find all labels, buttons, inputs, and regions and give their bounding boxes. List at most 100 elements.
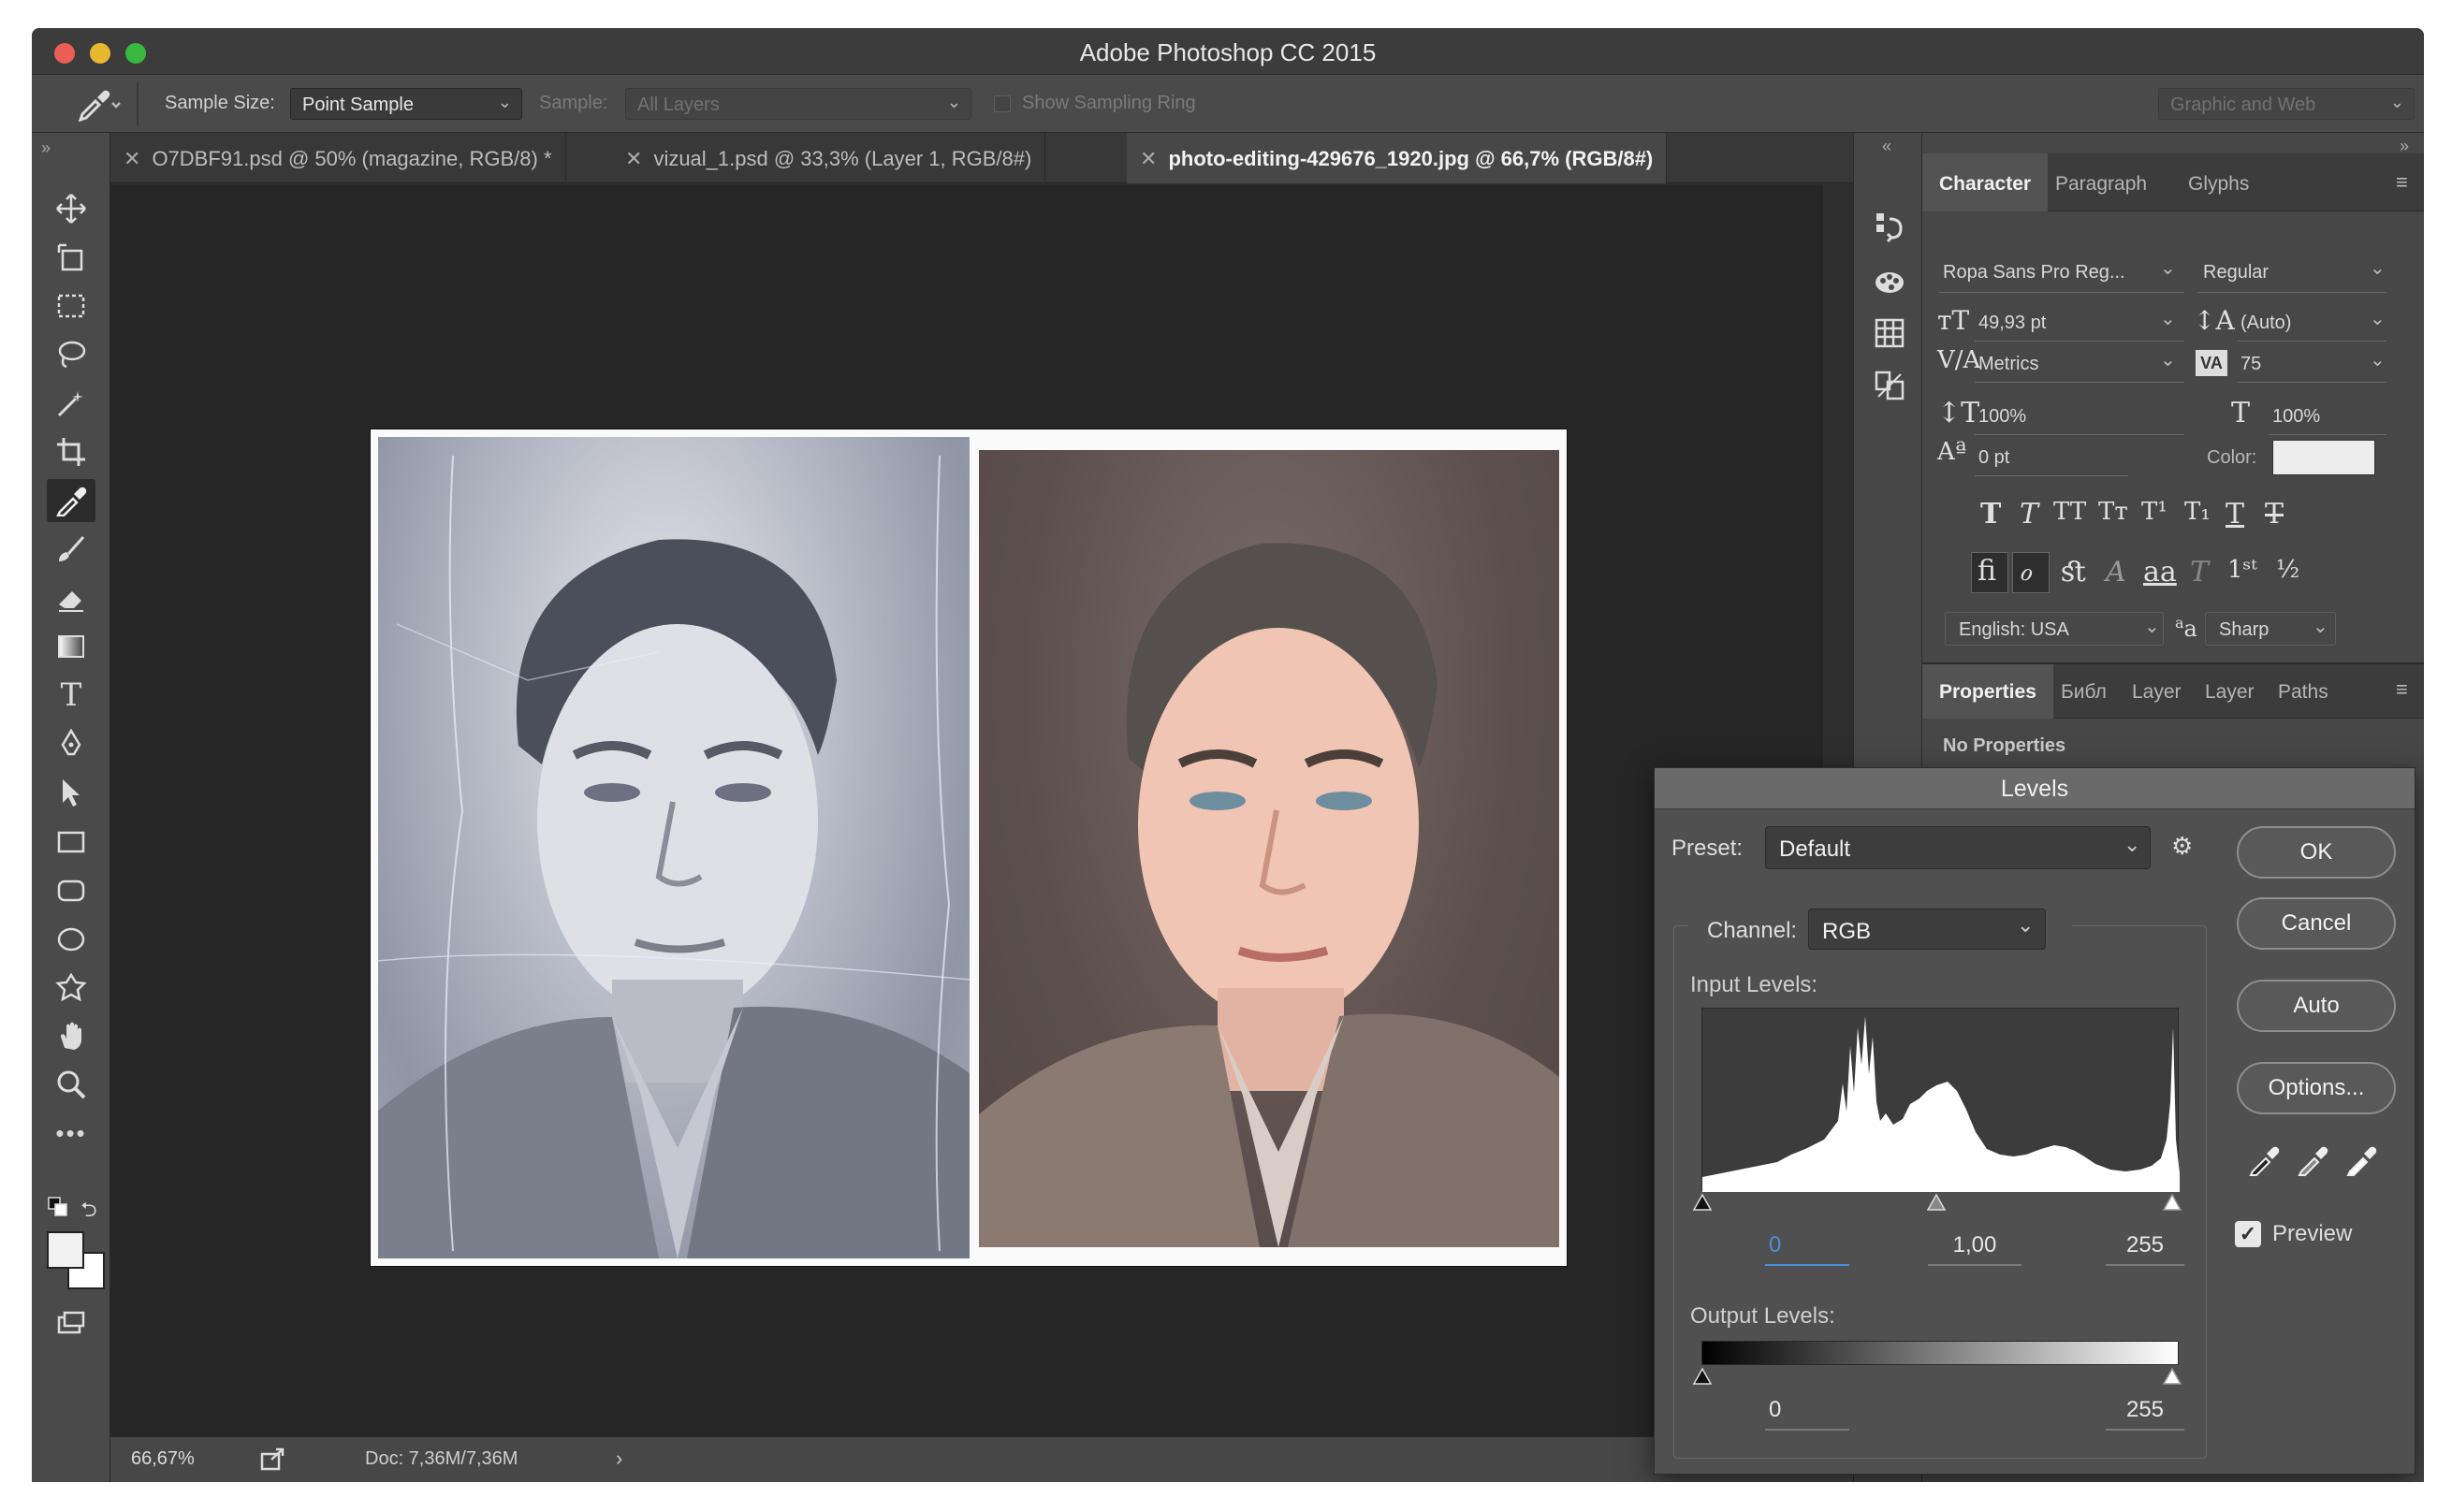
- alternate-ligatures-button[interactable]: ℴ: [2012, 552, 2050, 593]
- color-palette-icon[interactable]: [1871, 264, 1908, 301]
- chevron-down-icon[interactable]: ⌄: [2370, 307, 2386, 330]
- preset-options-gear-icon[interactable]: ⚙: [2171, 832, 2193, 861]
- stylistic-alternates-icon[interactable]: aa: [2143, 556, 2177, 589]
- kerning-field[interactable]: Metrics: [1978, 354, 2038, 375]
- lasso-icon[interactable]: [47, 333, 95, 376]
- language-select[interactable]: English: USA ⌄: [1945, 612, 2164, 646]
- workspace-select[interactable]: Graphic and Web ⌄: [2158, 88, 2415, 120]
- options-button[interactable]: Options...: [2237, 1062, 2396, 1114]
- antialias-select[interactable]: Sharp ⌄: [2205, 612, 2336, 646]
- faux-italic-icon[interactable]: T: [2020, 498, 2038, 531]
- collapse-panel-icon[interactable]: »: [41, 138, 51, 158]
- swap-colors-icon[interactable]: ⮌: [80, 1194, 97, 1229]
- ellipse-icon[interactable]: [47, 917, 95, 960]
- custom-shape-icon[interactable]: [47, 966, 95, 1009]
- document-tab[interactable]: ✕ vizual_1.psd @ 33,3% (Layer 1, RGB/8#): [612, 133, 1046, 183]
- magic-wand-icon[interactable]: [47, 382, 95, 425]
- old-style-icon[interactable]: ﬆ: [2061, 556, 2087, 589]
- font-size-field[interactable]: 49,93 pt: [1978, 313, 2046, 334]
- zoom-level[interactable]: 66,67%: [131, 1448, 195, 1470]
- panel-menu-icon[interactable]: ≡: [2396, 170, 2408, 195]
- vertical-scale-field[interactable]: 100%: [1978, 406, 2026, 428]
- input-black-field[interactable]: 0: [1765, 1232, 1849, 1266]
- baseline-shift-field[interactable]: 0 pt: [1978, 447, 2009, 469]
- collapse-icons-icon[interactable]: «: [1882, 137, 1891, 156]
- black-point-eyedropper-icon[interactable]: [2248, 1144, 2280, 1181]
- foreground-color-swatch[interactable]: [47, 1231, 84, 1269]
- fractions-icon[interactable]: ½: [2276, 556, 2299, 584]
- chevron-down-icon[interactable]: ⌄: [2160, 348, 2176, 371]
- type-icon[interactable]: T: [47, 674, 95, 717]
- tab-libraries[interactable]: Библ: [2051, 664, 2121, 719]
- font-family-select[interactable]: Ropa Sans Pro Reg...: [1943, 262, 2125, 284]
- superscript-icon[interactable]: T¹: [2141, 498, 2167, 526]
- tab-layers[interactable]: Layer: [2196, 664, 2260, 719]
- output-black-slider[interactable]: [1692, 1367, 1713, 1390]
- ligatures-button[interactable]: fi: [1971, 552, 2008, 593]
- document-canvas[interactable]: [110, 184, 1853, 1436]
- tab-layer-comps[interactable]: Layer: [2123, 664, 2187, 719]
- eyedropper-preset-icon[interactable]: [75, 84, 122, 123]
- pen-icon[interactable]: [47, 722, 95, 765]
- cancel-button[interactable]: Cancel: [2237, 897, 2396, 950]
- close-tab-icon[interactable]: ✕: [1140, 147, 1157, 170]
- faux-bold-icon[interactable]: T: [1980, 498, 2001, 531]
- sample-select[interactable]: All Layers ⌄: [625, 88, 971, 120]
- chevron-down-icon[interactable]: ⌄: [2370, 348, 2386, 371]
- screen-mode-icon[interactable]: [47, 1302, 95, 1345]
- input-gamma-slider[interactable]: [1926, 1193, 1947, 1216]
- share-icon[interactable]: [260, 1447, 286, 1476]
- rounded-rect-icon[interactable]: [47, 868, 95, 911]
- more-tools-icon[interactable]: •••: [47, 1112, 95, 1155]
- channel-select[interactable]: RGB ⌄: [1808, 909, 2046, 950]
- all-caps-icon[interactable]: TT: [2053, 498, 2086, 526]
- input-white-slider[interactable]: [2162, 1193, 2182, 1216]
- status-menu-chevron-icon[interactable]: ›: [616, 1447, 622, 1471]
- show-sampling-ring-checkbox[interactable]: [994, 95, 1011, 112]
- move-icon[interactable]: [47, 187, 95, 230]
- artboard-icon[interactable]: [47, 236, 95, 279]
- ok-button[interactable]: OK: [2237, 826, 2396, 879]
- input-black-slider[interactable]: [1692, 1193, 1713, 1216]
- horizontal-scale-field[interactable]: 100%: [2272, 406, 2320, 428]
- history-icon[interactable]: [1871, 210, 1908, 247]
- tab-paragraph[interactable]: Paragraph: [2038, 153, 2164, 211]
- close-tab-icon[interactable]: ✕: [625, 147, 642, 170]
- swash-icon[interactable]: A: [2106, 556, 2126, 589]
- tab-paths[interactable]: Paths: [2269, 664, 2345, 719]
- output-white-slider[interactable]: [2162, 1367, 2182, 1390]
- gradient-icon[interactable]: [47, 625, 95, 668]
- leading-field[interactable]: (Auto): [2240, 313, 2291, 334]
- underline-icon[interactable]: T: [2226, 498, 2244, 531]
- swatches-grid-icon[interactable]: [1871, 316, 1908, 354]
- preview-checkbox[interactable]: ✓: [2235, 1221, 2261, 1247]
- path-select-icon[interactable]: [47, 771, 95, 814]
- zoom-icon[interactable]: [47, 1063, 95, 1106]
- chevron-down-icon[interactable]: ⌄: [2160, 307, 2176, 330]
- preset-select[interactable]: Default ⌄: [1765, 826, 2151, 869]
- small-caps-icon[interactable]: Tт: [2098, 498, 2128, 526]
- eyedropper-icon[interactable]: [47, 479, 95, 522]
- input-white-field[interactable]: 255: [2106, 1232, 2184, 1266]
- sample-size-select[interactable]: Point Sample ⌄: [290, 88, 522, 120]
- input-gamma-field[interactable]: 1,00: [1928, 1232, 2021, 1266]
- tracking-field[interactable]: 75: [2240, 354, 2261, 375]
- brush-icon[interactable]: [47, 528, 95, 571]
- subscript-icon[interactable]: T₁: [2184, 498, 2211, 526]
- crop-icon[interactable]: [47, 430, 95, 473]
- output-white-field[interactable]: 255: [2106, 1397, 2184, 1431]
- default-colors-icon[interactable]: [47, 1196, 69, 1223]
- marquee-icon[interactable]: [47, 284, 95, 327]
- text-color-swatch[interactable]: [2272, 440, 2375, 475]
- white-point-eyedropper-icon[interactable]: [2345, 1144, 2377, 1181]
- font-style-select[interactable]: Regular: [2203, 262, 2269, 284]
- chevron-down-icon[interactable]: ⌄: [2370, 256, 2386, 280]
- document-tab-active[interactable]: ✕ photo-editing-429676_1920.jpg @ 66,7% (…: [1127, 133, 1668, 183]
- panel-menu-icon[interactable]: ≡: [2396, 677, 2408, 702]
- gray-point-eyedropper-icon[interactable]: [2297, 1144, 2328, 1181]
- chevron-down-icon[interactable]: ⌄: [2160, 256, 2176, 280]
- strikethrough-icon[interactable]: T: [2265, 498, 2284, 531]
- titling-alternates-icon[interactable]: T: [2190, 556, 2209, 589]
- rectangle-icon[interactable]: [47, 820, 95, 863]
- tab-character[interactable]: Character: [1922, 153, 2049, 211]
